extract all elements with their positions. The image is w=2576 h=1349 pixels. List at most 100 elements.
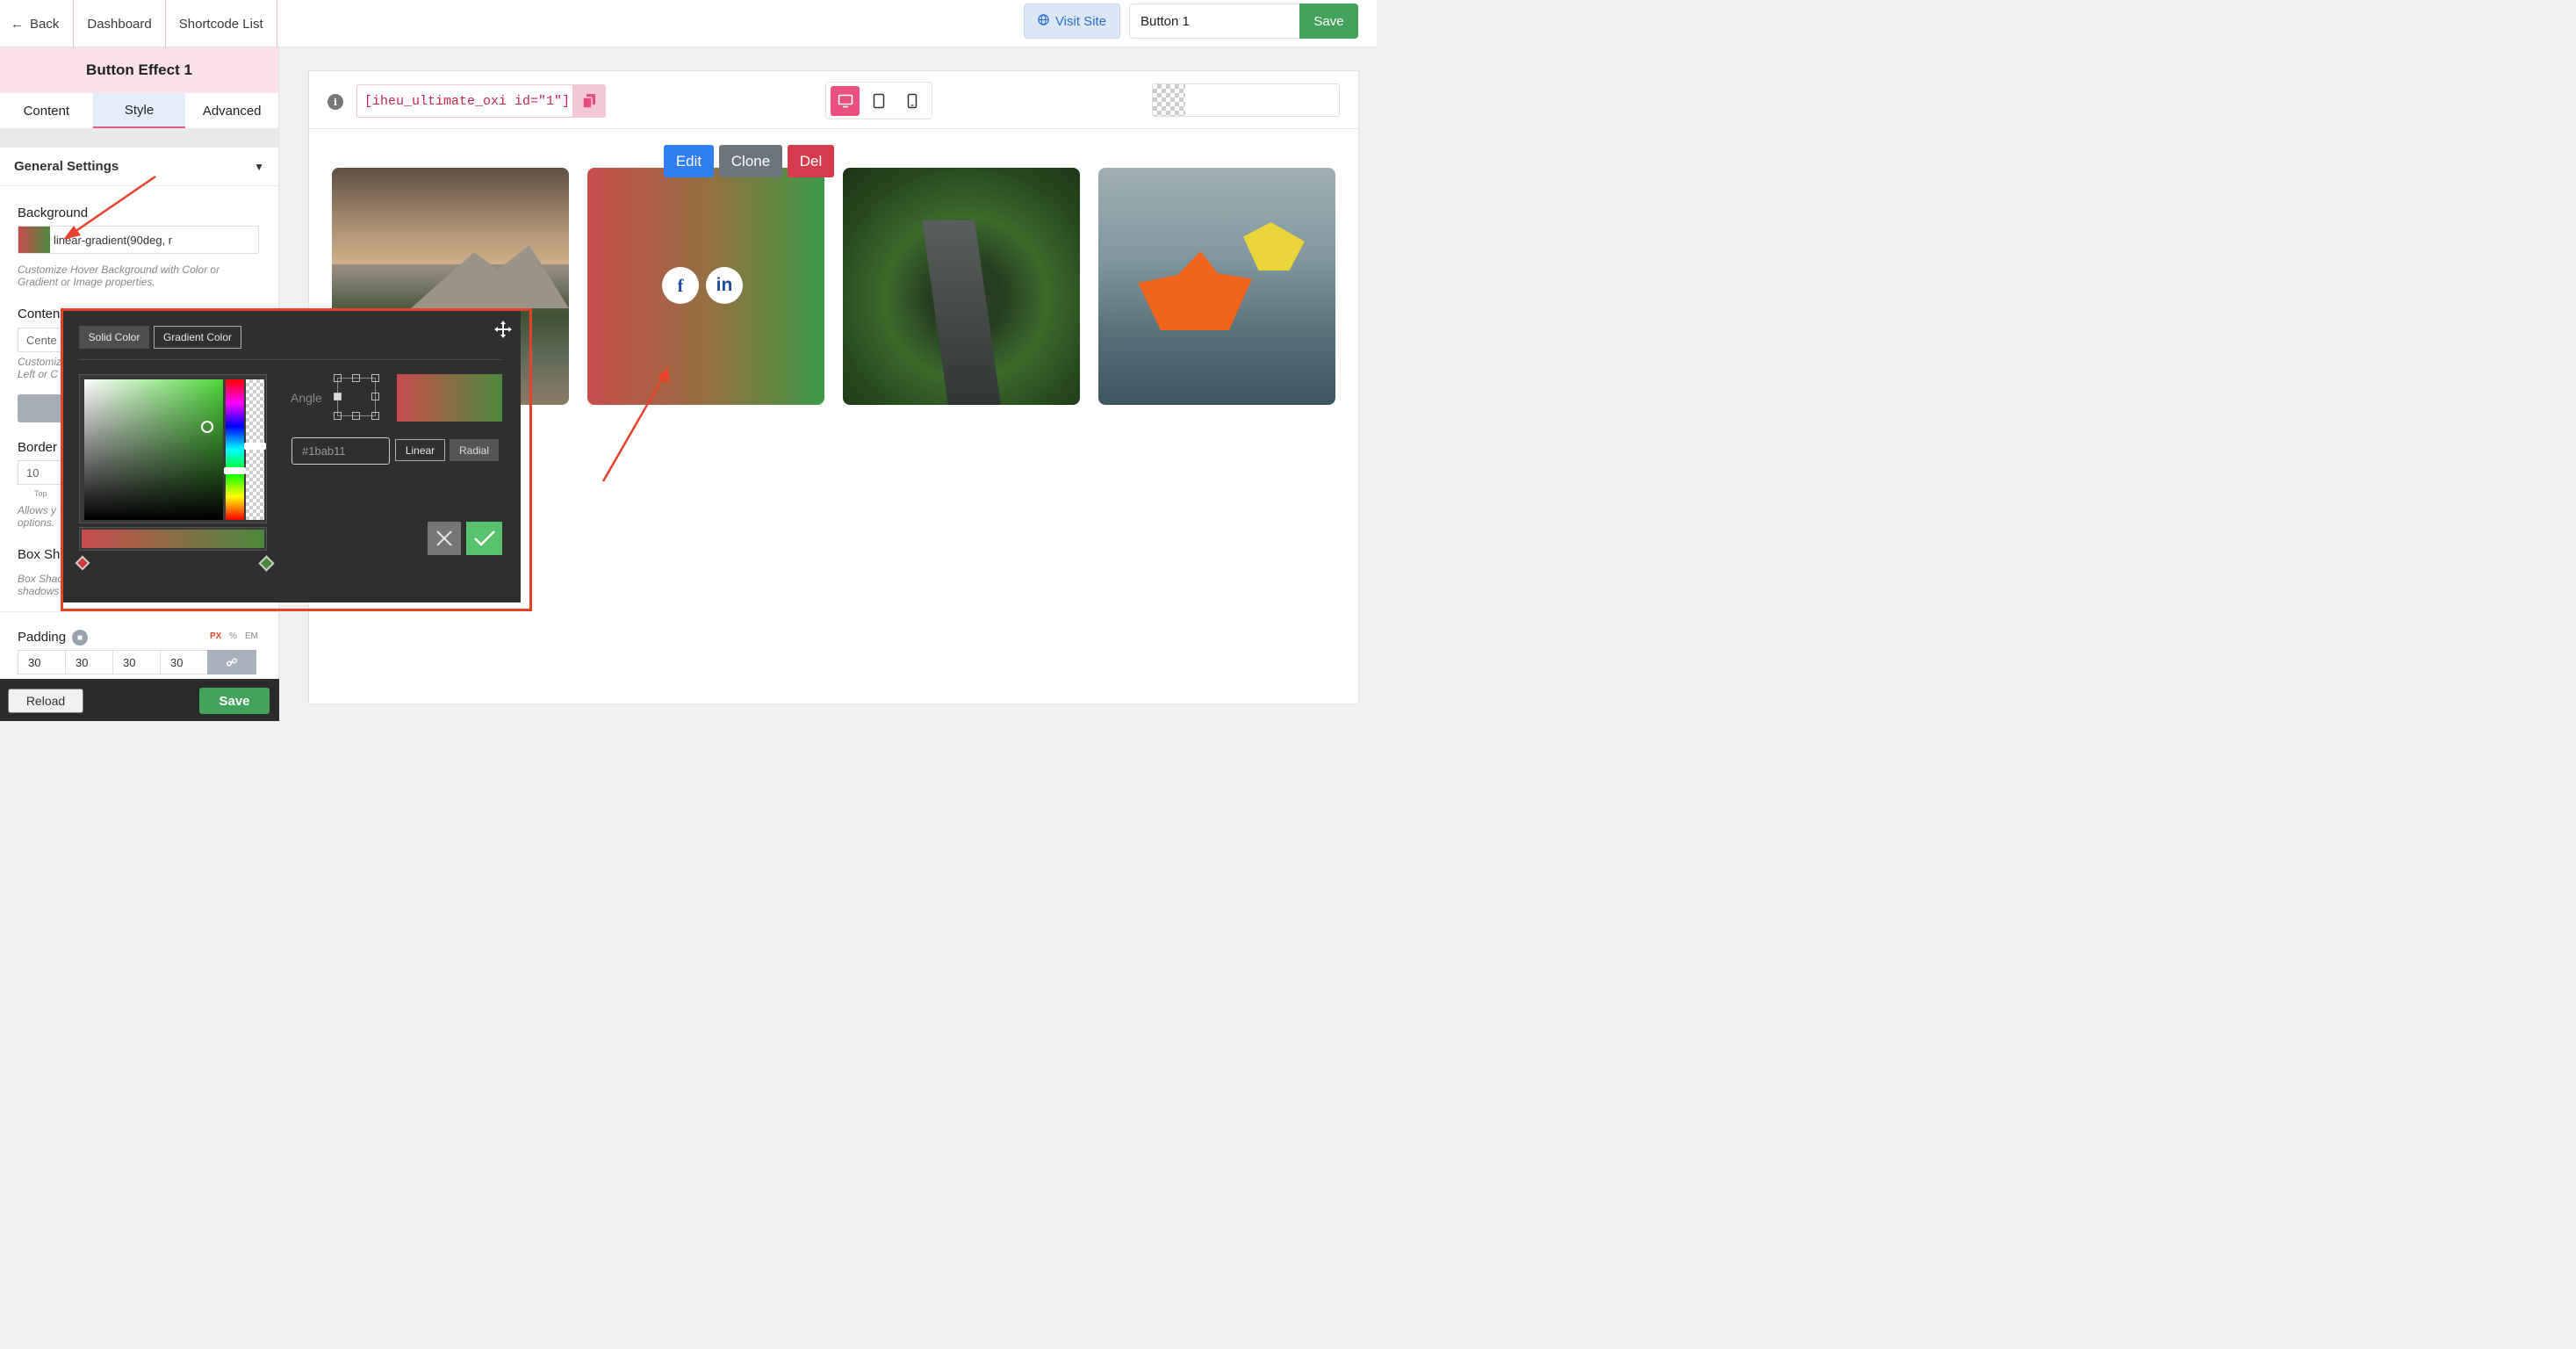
back-label: Back [30,16,60,32]
angle-point-bl[interactable] [334,412,342,420]
radial-label: Radial [458,444,490,457]
content-option-button[interactable] [18,394,63,422]
gradient-stop-start[interactable] [75,555,90,571]
angle-point-l[interactable] [334,393,342,400]
tab-content[interactable]: Content [0,93,93,128]
alpha-slider-handle[interactable] [244,443,266,450]
gradient-color-tab[interactable]: Gradient Color [154,326,241,349]
arrow-left-icon: ← [11,16,24,32]
clone-button[interactable]: Clone [719,145,782,177]
angle-point-br[interactable] [371,412,379,420]
angle-selector[interactable] [334,374,379,420]
back-link[interactable]: ← Back [0,0,75,47]
facebook-icon[interactable]: f [662,267,699,304]
clone-label: Clone [730,152,771,170]
top-nav: ← Back Dashboard Shortcode List [0,0,277,47]
background-swatch[interactable] [18,227,50,253]
desktop-icon[interactable] [831,85,860,116]
solid-color-tab[interactable]: Solid Color [79,326,149,349]
copy-icon[interactable] [572,84,606,118]
color-picker-popup: Solid Color Gradient Color Angle #1bab11… [63,311,521,602]
angle-frame [337,378,376,416]
padding-left-input[interactable]: 30 [160,650,208,674]
top-bar: ← Back Dashboard Shortcode List Visit Si… [0,0,1377,47]
mobile-icon[interactable] [898,86,927,116]
tab-style[interactable]: Style [92,93,186,128]
hue-slider-handle[interactable] [224,467,246,474]
content-align-select[interactable]: Cente [18,328,63,352]
padding-top-input[interactable]: 30 [18,650,66,674]
shortcode-list-link[interactable]: Shortcode List [166,0,277,47]
gradient-stop-end[interactable] [258,555,275,572]
edit-button[interactable]: Edit [664,145,714,177]
tunnel-image-part [922,220,1001,405]
delete-button[interactable]: Del [788,145,834,177]
tab-advanced[interactable]: Advanced [185,93,278,128]
tab-content-label: Content [23,103,70,119]
close-icon[interactable] [428,522,461,555]
padding-bottom-input[interactable]: 30 [112,650,161,674]
solid-color-label: Solid Color [88,331,140,343]
dashboard-link[interactable]: Dashboard [74,0,166,47]
link-icon[interactable] [207,650,256,674]
shortcode-name-input[interactable]: Button 1 [1129,4,1301,39]
padding-right-value: 30 [76,655,89,669]
radial-button[interactable]: Radial [450,439,499,461]
box-shadow-hint-2: shadows [18,585,60,597]
general-settings-header[interactable]: General Settings ▼ [0,148,278,186]
panel-footer: Reload Save [0,679,279,721]
image-card-2-hover[interactable]: f in [587,168,824,405]
footer-save-label: Save [219,693,250,709]
device-switcher [825,82,932,119]
padding-top-value: 30 [28,655,41,669]
linear-button[interactable]: Linear [395,439,445,461]
top-save-button[interactable]: Save [1299,4,1358,39]
border-label: Border [18,440,58,455]
unit-px[interactable]: PX [210,631,221,641]
angle-point-tl[interactable] [334,374,342,382]
visit-site-button[interactable]: Visit Site [1024,4,1120,39]
top-save-label: Save [1313,13,1344,29]
gradient-bar[interactable] [79,527,267,551]
content-hint-1: Customiz [18,356,62,368]
padding-bottom-value: 30 [123,655,136,669]
caret-down-icon: ▼ [254,160,264,173]
angle-point-b[interactable] [352,412,360,420]
image-card-3[interactable] [843,168,1080,405]
angle-label: Angle [291,391,322,405]
background-field[interactable]: linear-gradient(90deg, r [18,226,259,254]
image-card-4[interactable] [1098,168,1335,405]
shortcode-list-label: Shortcode List [178,16,263,32]
angle-point-r[interactable] [371,393,379,400]
transparent-swatch[interactable] [1153,84,1185,116]
check-icon[interactable] [466,522,502,555]
padding-right-input[interactable]: 30 [65,650,113,674]
delete-label: Del [799,152,823,170]
color-cursor[interactable] [201,421,213,433]
hex-input[interactable]: #1bab11 [291,437,390,465]
dashboard-label: Dashboard [87,16,152,32]
border-top-input[interactable]: 10 [18,460,63,485]
saturation-value-area[interactable] [84,379,223,520]
angle-point-tr[interactable] [371,374,379,382]
alpha-slider[interactable] [246,379,264,520]
paper-boat-orange [1138,251,1252,330]
unit-percent[interactable]: % [229,631,237,641]
angle-point-t[interactable] [352,374,360,382]
footer-save-button[interactable]: Save [199,688,270,714]
border-hint-1: Allows y [18,504,57,516]
reload-button[interactable]: Reload [8,689,83,713]
paper-boat-yellow [1243,222,1305,271]
linkedin-icon[interactable]: in [706,267,743,304]
shortcode-field[interactable]: [iheu_ultimate_oxi id="1"] [356,84,573,118]
unit-em[interactable]: EM [245,631,258,641]
move-icon[interactable] [493,320,513,339]
info-icon[interactable]: i [327,94,343,110]
content-align-label: Conten [18,307,61,321]
tablet-icon[interactable] [864,86,893,116]
sky-image-part [332,168,569,264]
divider-strip [0,129,278,148]
preview-background-picker[interactable] [1152,83,1340,117]
device-info-icon[interactable]: ■ [72,630,88,646]
hue-slider[interactable] [226,379,244,520]
